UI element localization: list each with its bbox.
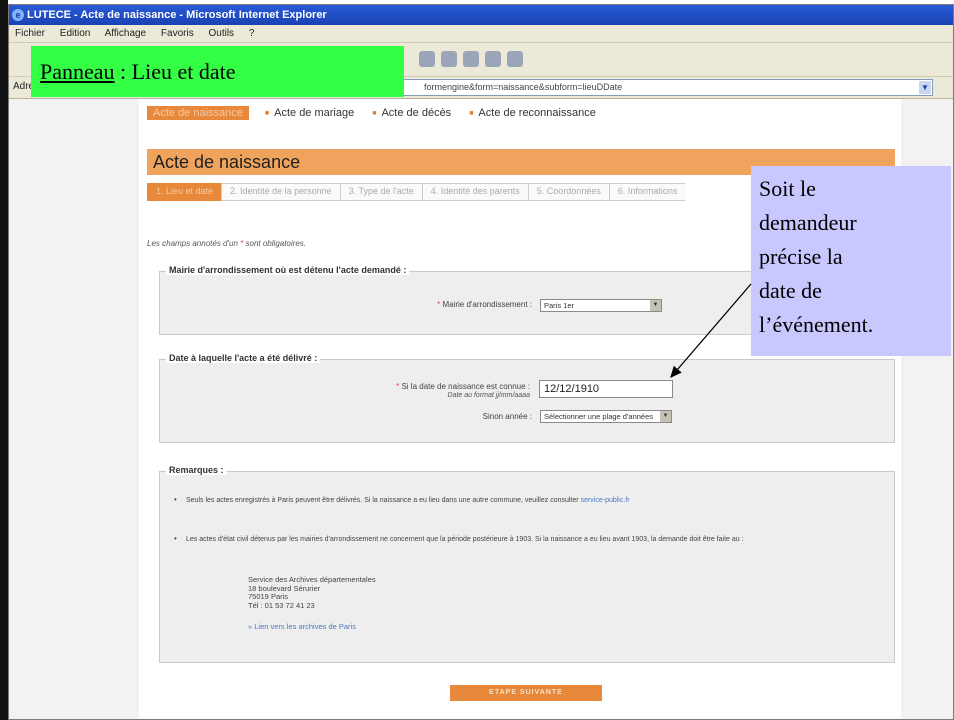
- arrow-line: [670, 283, 752, 378]
- callout-arrow: [670, 283, 752, 378]
